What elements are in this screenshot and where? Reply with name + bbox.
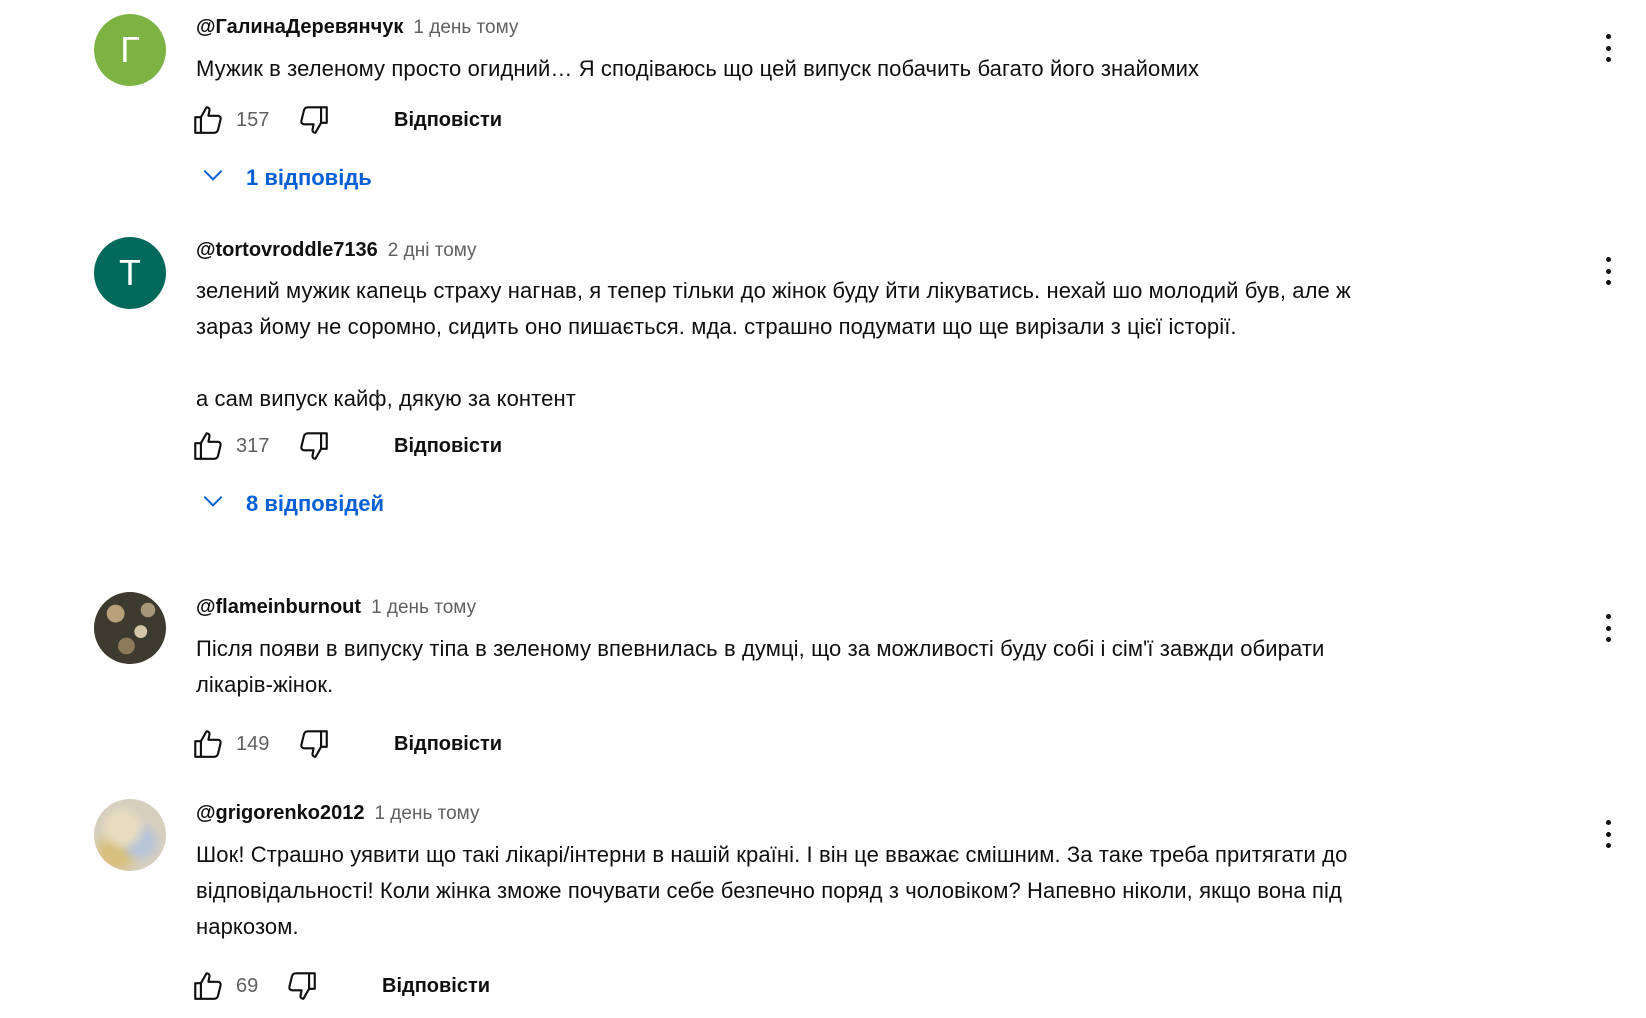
comment-time[interactable]: 2 дні тому	[388, 240, 477, 262]
avatar[interactable]: T	[94, 237, 166, 309]
thumbs-down-icon[interactable]	[296, 102, 332, 138]
more-vert-icon[interactable]	[1596, 253, 1620, 289]
comment-text: зелений мужик капець страху нагнав, я те…	[196, 278, 1351, 411]
comment-author[interactable]: @grigorenko2012	[196, 802, 364, 825]
thumbs-down-icon[interactable]	[296, 428, 332, 464]
comment-text: Шок! Страшно уявити що такі лікарі/інтер…	[196, 842, 1348, 939]
comment-time[interactable]: 1 день тому	[413, 17, 518, 39]
comment-author[interactable]: @tortovroddle7136	[196, 239, 378, 262]
thumbs-down-icon[interactable]	[296, 726, 332, 762]
chevron-down-icon	[200, 162, 226, 194]
like-count: 149	[236, 732, 270, 755]
more-vert-icon[interactable]	[1596, 30, 1620, 66]
comment-author[interactable]: @flameinburnout	[196, 596, 361, 619]
like-count: 157	[236, 108, 270, 131]
reply-button[interactable]: Відповісти	[382, 975, 490, 998]
comment-author[interactable]: @ГалинаДеревянчук	[196, 16, 403, 39]
thumbs-down-icon[interactable]	[284, 968, 320, 1004]
avatar[interactable]	[94, 799, 166, 871]
comment-text: Після появи в випуску тіпа в зеленому вп…	[196, 636, 1325, 697]
thumbs-up-icon[interactable]	[190, 102, 226, 138]
like-count: 317	[236, 434, 270, 457]
avatar[interactable]	[94, 592, 166, 664]
chevron-down-icon	[200, 488, 226, 520]
comment-text: Мужик в зеленому просто огидний… Я споді…	[196, 56, 1200, 81]
thumbs-up-icon[interactable]	[190, 428, 226, 464]
replies-count-label: 8 відповідей	[246, 491, 385, 516]
comment-time[interactable]: 1 день тому	[374, 803, 479, 825]
view-replies-button[interactable]: 1 відповідь	[200, 162, 372, 194]
like-count: 69	[236, 974, 259, 997]
reply-button[interactable]: Відповісти	[394, 109, 502, 132]
comment-time[interactable]: 1 день тому	[371, 597, 476, 619]
replies-count-label: 1 відповідь	[246, 165, 372, 190]
thumbs-up-icon[interactable]	[190, 726, 226, 762]
avatar[interactable]: Г	[94, 14, 166, 86]
reply-button[interactable]: Відповісти	[394, 435, 502, 458]
reply-button[interactable]: Відповісти	[394, 733, 502, 756]
more-vert-icon[interactable]	[1596, 610, 1620, 646]
thumbs-up-icon[interactable]	[190, 968, 226, 1004]
view-replies-button[interactable]: 8 відповідей	[200, 488, 384, 520]
more-vert-icon[interactable]	[1596, 816, 1620, 852]
